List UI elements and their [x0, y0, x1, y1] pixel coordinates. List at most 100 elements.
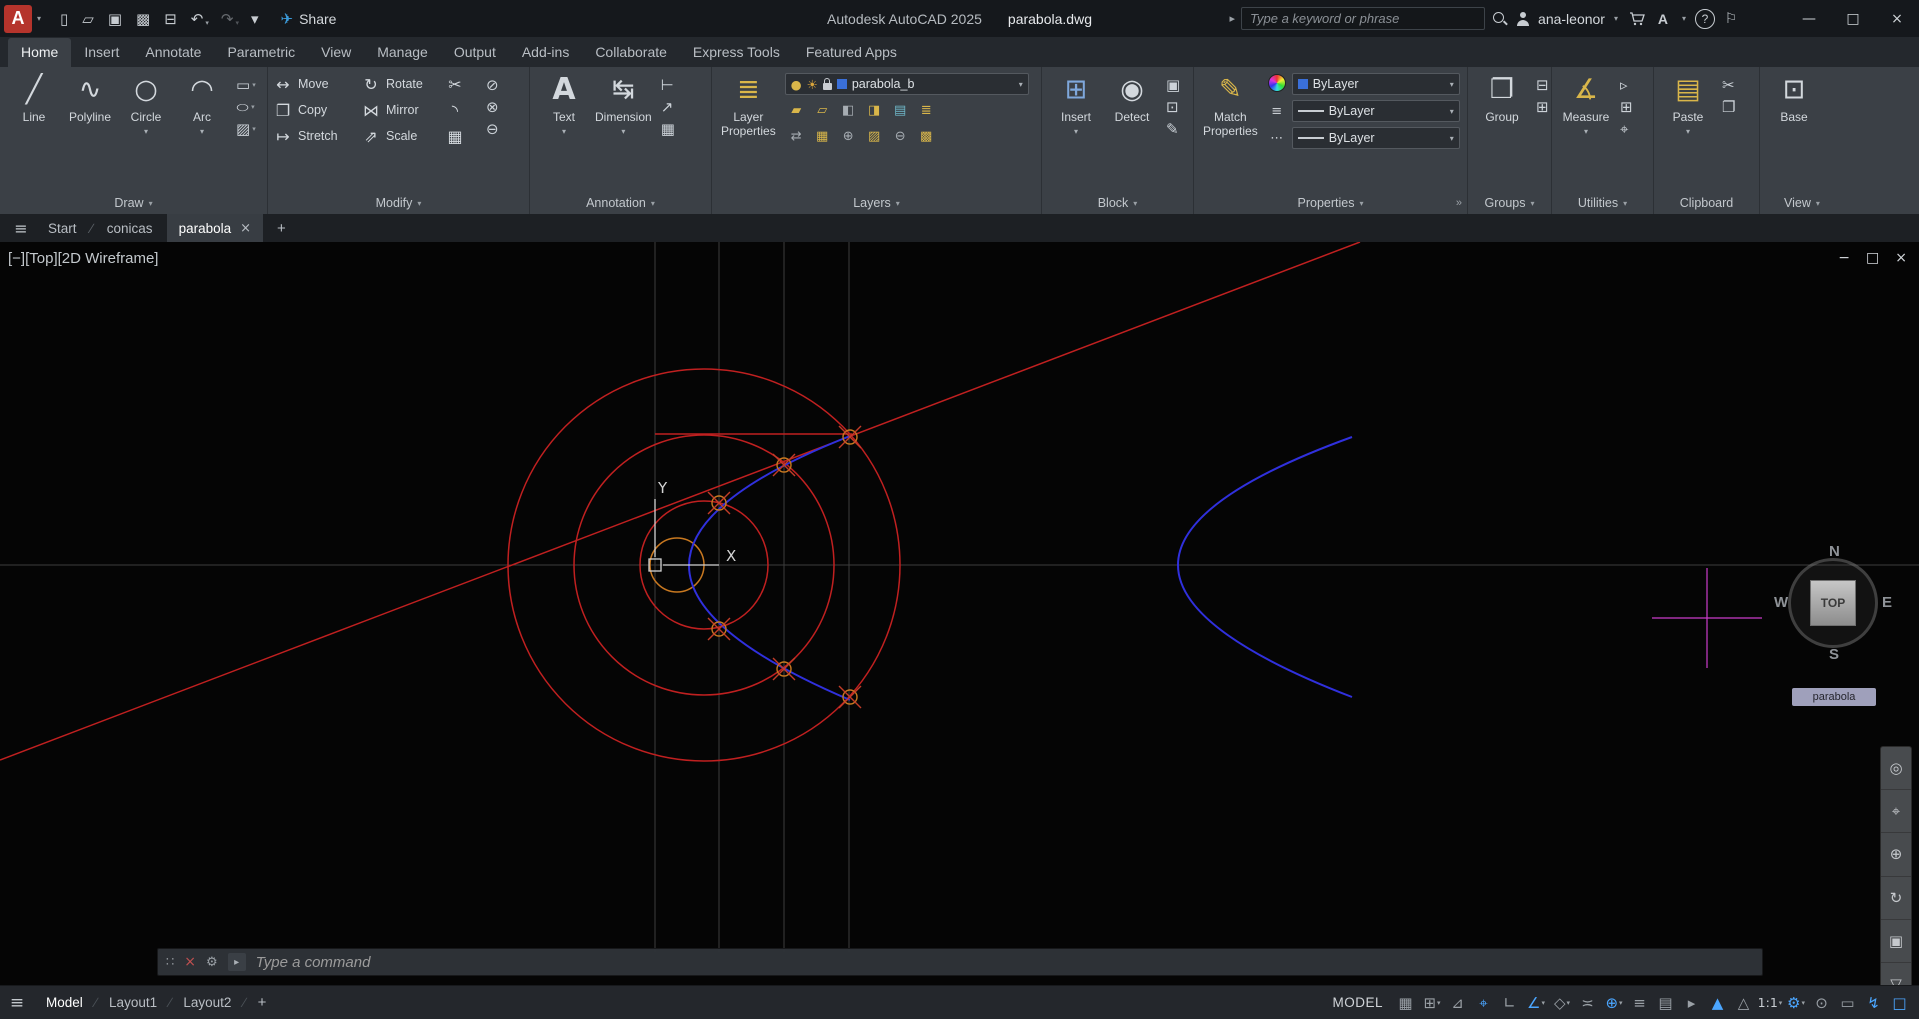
user-name[interactable]: ana-leonor — [1538, 11, 1605, 27]
dynamic-input-toggle[interactable]: ⌖ — [1471, 989, 1497, 1017]
lineweight-select[interactable]: ByLayer ▾ — [1292, 100, 1460, 122]
copy-button[interactable]: ❐Copy — [274, 101, 362, 120]
explode-button[interactable]: ⊗ — [486, 99, 499, 115]
share-button[interactable]: ✈ Share — [281, 10, 337, 28]
panel-label-utilities[interactable]: Utilities▾ — [1552, 192, 1653, 214]
text-button[interactable]: A Text ▾ — [536, 71, 592, 136]
tab-annotate[interactable]: Annotate — [132, 38, 214, 67]
user-menu-caret-icon[interactable]: ▾ — [1614, 14, 1618, 23]
undo-button[interactable]: ↶▾ — [185, 9, 215, 29]
move-button[interactable]: ↔Move — [274, 75, 362, 94]
close-tab-icon[interactable]: × — [240, 221, 251, 236]
paste-button[interactable]: ▤ Paste ▾ — [1660, 71, 1716, 136]
maximize-button[interactable]: □ — [1831, 0, 1875, 37]
layer-tool-button[interactable]: ▨ — [863, 126, 886, 147]
tab-insert[interactable]: Insert — [71, 38, 132, 67]
zoom-icon[interactable]: ⊕ — [1881, 833, 1911, 876]
layer-tool-button[interactable]: ⇄ — [785, 126, 808, 147]
viewcube-top-face[interactable]: TOP — [1810, 580, 1856, 626]
properties-dialog-launcher-icon[interactable]: » — [1456, 197, 1462, 209]
dimension-button[interactable]: ↹ Dimension ▾ — [592, 71, 655, 136]
id-point-button[interactable]: ⌖ — [1620, 121, 1633, 137]
layer-tool-button[interactable]: ▱ — [811, 100, 834, 121]
tab-parametric[interactable]: Parametric — [214, 38, 308, 67]
fillet-button[interactable]: ◝ — [446, 101, 480, 120]
layer-select[interactable]: ● ☀ parabola_b ▾ — [785, 73, 1029, 95]
edit-block-button[interactable]: ⊡ — [1166, 99, 1180, 115]
drawing-area[interactable]: YX [−][Top][2D Wireframe] −□× N S W E TO… — [0, 242, 1919, 985]
help-icon[interactable]: ? — [1695, 9, 1715, 29]
polyline-button[interactable]: ∿ Polyline — [62, 71, 118, 136]
match-properties-button[interactable]: ✎ Match Properties — [1200, 71, 1261, 192]
measure-button[interactable]: ∡ Measure ▾ — [1558, 71, 1614, 136]
start-tab[interactable]: Start — [38, 221, 87, 236]
clean-screen-toggle[interactable]: □ — [1887, 989, 1913, 1017]
ortho-toggle[interactable]: ∟ — [1497, 989, 1523, 1017]
viewcube-west[interactable]: W — [1774, 594, 1788, 611]
grid-toggle[interactable]: ▦ — [1393, 989, 1419, 1017]
layer-tool-button[interactable]: ≣ — [915, 100, 938, 121]
offset-button[interactable]: ⊖ — [486, 121, 499, 137]
lineweight-icon[interactable]: ≡ — [1267, 104, 1287, 119]
tab-add-ins[interactable]: Add-ins — [509, 38, 582, 67]
workspace-switching-button[interactable]: ⚙▾ — [1783, 989, 1809, 1017]
rotate-button[interactable]: ↻Rotate — [362, 75, 446, 94]
viewport-close-icon[interactable]: × — [1895, 250, 1907, 266]
lineweight-toggle[interactable]: ≡ — [1627, 989, 1653, 1017]
table-button[interactable]: ▦ — [661, 121, 675, 137]
panel-label-modify[interactable]: Modify▾ — [268, 192, 529, 214]
file-tabs-menu-icon[interactable]: ≡ — [8, 219, 34, 238]
annotation-visibility-toggle[interactable]: ▲ — [1705, 989, 1731, 1017]
command-customize-icon[interactable]: ⚙ — [206, 955, 218, 970]
units-button[interactable]: ▭ — [1835, 989, 1861, 1017]
copy-clip-button[interactable]: ❐ — [1722, 99, 1735, 115]
viewport-minimize-icon[interactable]: − — [1838, 250, 1850, 266]
command-input[interactable]: Type a command — [256, 954, 371, 971]
panel-label-block[interactable]: Block▾ — [1042, 192, 1193, 214]
tab-featured-apps[interactable]: Featured Apps — [793, 38, 910, 67]
save-button[interactable]: ▣ — [102, 9, 130, 29]
quick-select-button[interactable]: ▹ — [1620, 77, 1633, 93]
group-edit-button[interactable]: ⊞ — [1536, 99, 1549, 115]
open-file-button[interactable]: ▱ — [76, 9, 102, 29]
close-button[interactable]: × — [1875, 0, 1919, 37]
viewport-restore-icon[interactable]: □ — [1866, 250, 1879, 266]
qat-customize-button[interactable]: ▾ — [245, 9, 267, 29]
showmotion-icon[interactable]: ▣ — [1881, 920, 1911, 963]
add-layout-button[interactable]: + — [246, 994, 279, 1011]
object-color-icon[interactable] — [1267, 74, 1287, 95]
linetype-select[interactable]: ByLayer ▾ — [1292, 127, 1460, 149]
trim-button[interactable]: ✂ — [446, 75, 480, 94]
notifications-icon[interactable]: ⚐ — [1721, 9, 1741, 29]
annotation-scale-button[interactable]: 1:1▾ — [1757, 989, 1783, 1017]
cart-icon[interactable] — [1627, 9, 1647, 29]
parabola-tab[interactable]: parabola × — [167, 214, 263, 242]
panel-label-clipboard[interactable]: Clipboard — [1654, 192, 1759, 214]
tab-collaborate[interactable]: Collaborate — [582, 38, 680, 67]
viewcube-south[interactable]: S — [1829, 646, 1839, 663]
line-button[interactable]: ╱ Line — [6, 71, 62, 136]
layer-tool-button[interactable]: ▦ — [811, 126, 834, 147]
mirror-button[interactable]: ⋈Mirror — [362, 101, 446, 120]
new-tab-button[interactable]: + — [267, 220, 296, 237]
tab-home[interactable]: Home — [8, 38, 71, 67]
autoscale-toggle[interactable]: △ — [1731, 989, 1757, 1017]
orbit-icon[interactable]: ↻ — [1881, 877, 1911, 920]
object-snap-tracking-toggle[interactable]: ≍ — [1575, 989, 1601, 1017]
isodraft-toggle[interactable]: ◇▾ — [1549, 989, 1575, 1017]
user-avatar-icon[interactable] — [1514, 10, 1532, 28]
redo-button[interactable]: ↷▾ — [215, 9, 245, 29]
command-drag-handle-icon[interactable]: ∷ — [166, 955, 174, 970]
snap-toggle[interactable]: ⊞▾ — [1419, 989, 1445, 1017]
hatch-button[interactable]: ▨▾ — [236, 121, 256, 137]
viewcube-east[interactable]: E — [1882, 594, 1892, 611]
layer-properties-button[interactable]: ≣ Layer Properties — [718, 71, 779, 192]
panel-label-annotation[interactable]: Annotation▾ — [530, 192, 711, 214]
layout1-tab[interactable]: Layout1 — [97, 995, 169, 1010]
layer-tool-button[interactable]: ⊕ — [837, 126, 860, 147]
circle-button[interactable]: ○ Circle ▾ — [118, 71, 174, 136]
autodesk-menu-caret-icon[interactable]: ▾ — [1682, 14, 1686, 23]
panel-label-view[interactable]: View▾ — [1760, 192, 1844, 214]
ungroup-button[interactable]: ⊟ — [1536, 77, 1549, 93]
viewcube[interactable]: N S W E TOP — [1776, 546, 1890, 660]
